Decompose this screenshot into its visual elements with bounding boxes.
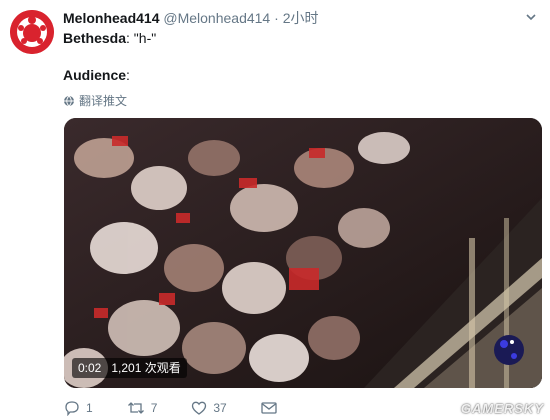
handle[interactable]: @Melonhead414 <box>163 10 270 26</box>
like-button[interactable]: 37 <box>191 400 227 416</box>
avatar[interactable] <box>10 10 54 54</box>
separator: · <box>274 10 279 26</box>
reply-count: 1 <box>86 401 93 415</box>
timestamp[interactable]: 2小时 <box>283 10 319 26</box>
chevron-down-icon[interactable] <box>524 9 538 25</box>
message-button[interactable] <box>261 401 277 415</box>
like-count: 37 <box>213 401 227 415</box>
avatar-logo <box>10 10 54 54</box>
speaker-audience: Audience <box>63 67 127 83</box>
video-player[interactable]: 0:02 1,201 次观看 <box>64 118 542 388</box>
quote-text: : "h-" <box>126 30 157 46</box>
tweet-text-line-1: Bethesda: "h-" <box>63 29 156 47</box>
reply-button[interactable]: 1 <box>64 400 93 416</box>
globe-icon <box>64 95 74 106</box>
heart-icon <box>192 401 207 415</box>
translate-tweet[interactable]: 翻译推文 <box>63 92 127 109</box>
tweet-actions: 1 7 37 <box>64 400 311 416</box>
envelope-icon <box>261 402 277 414</box>
view-count: 1,201 次观看 <box>111 361 181 375</box>
video-frame <box>64 118 542 388</box>
retweet-button[interactable]: 7 <box>127 400 158 416</box>
tweet-text-line-2: Audience: <box>63 66 130 84</box>
display-name[interactable]: Melonhead414 <box>63 10 159 26</box>
speaker-bethesda: Bethesda <box>63 30 127 46</box>
reply-icon <box>65 401 79 416</box>
translate-label: 翻译推文 <box>79 94 128 108</box>
watermark: GAMERSKY <box>460 401 544 416</box>
tweet-header: Melonhead414 @Melonhead414 · 2小时 <box>63 9 538 29</box>
colon-text: : <box>126 67 130 83</box>
retweet-count: 7 <box>150 401 158 415</box>
video-info-badge: 0:02 1,201 次观看 <box>72 358 187 378</box>
video-duration: 0:02 <box>78 361 102 375</box>
retweet-icon <box>127 402 144 414</box>
